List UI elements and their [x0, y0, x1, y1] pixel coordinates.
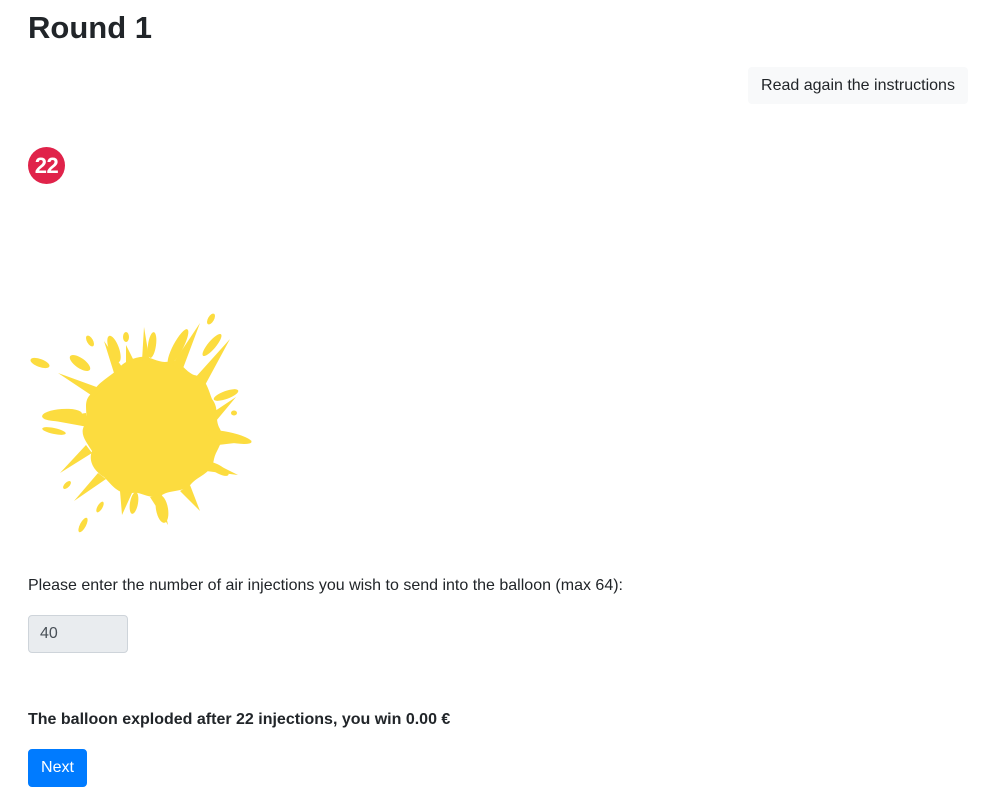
air-injections-input[interactable] — [28, 615, 128, 653]
round-result-message: The balloon exploded after 22 injections… — [28, 711, 451, 728]
injections-prompt-label: Please enter the number of air injection… — [28, 577, 623, 594]
explosion-count-badge: 22 — [28, 147, 65, 184]
balloon-round-page: Round 1 Read again the instructions 22 P… — [0, 0, 981, 803]
read-instructions-button[interactable]: Read again the instructions — [748, 67, 968, 104]
balloon-burst-splat-icon — [30, 313, 252, 533]
next-button[interactable]: Next — [28, 749, 87, 787]
page-title: Round 1 — [28, 10, 152, 45]
